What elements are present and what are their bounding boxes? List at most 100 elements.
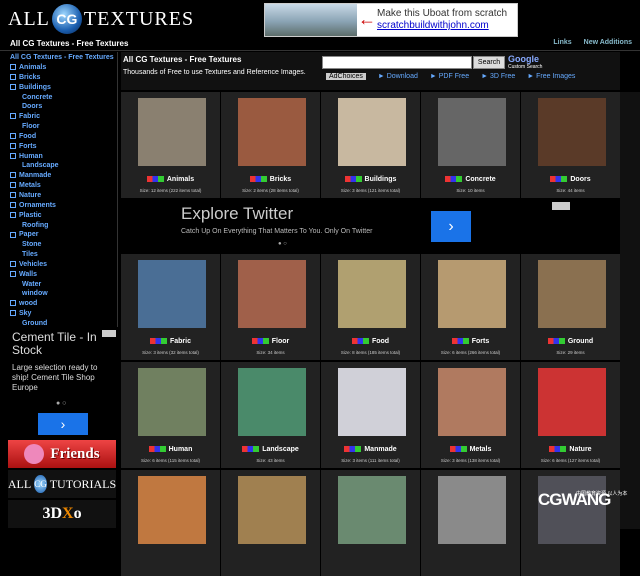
ad-link-images[interactable]: ► Free Images	[527, 73, 575, 80]
category-card[interactable]: Metals Size: 3 items (138 items total)	[421, 362, 520, 468]
sidebar-item-doors[interactable]: Doors	[10, 102, 59, 112]
category-thumbnail[interactable]	[138, 368, 206, 436]
category-thumbnail[interactable]	[338, 260, 406, 328]
ad-link-pdf[interactable]: ► PDF Free	[430, 73, 469, 80]
sidebar-item-floor[interactable]: Floor	[10, 122, 59, 132]
category-label[interactable]: Landscape	[221, 446, 320, 453]
new-additions-link[interactable]: New Additions	[584, 39, 632, 46]
sidebar-item-tiles[interactable]: Tiles	[10, 250, 59, 260]
sidebar-item-roofing[interactable]: Roofing	[10, 221, 59, 231]
sidebar-item-walls[interactable]: Walls	[10, 270, 59, 280]
sidebar-item-wood[interactable]: wood	[10, 299, 59, 309]
sidebar-item-ornaments[interactable]: Ornaments	[10, 201, 59, 211]
side-ad[interactable]: Cement Tile - In Stock Large selection r…	[0, 328, 118, 438]
category-card[interactable]: Concrete Size: 10 items	[421, 92, 520, 198]
sidebar-item-fabric[interactable]: Fabric	[10, 112, 59, 122]
expand-box-icon[interactable]	[10, 211, 16, 218]
category-thumbnail[interactable]	[438, 476, 506, 544]
expand-box-icon[interactable]	[10, 231, 16, 238]
category-label[interactable]: Forts	[421, 338, 520, 345]
category-thumbnail[interactable]	[138, 476, 206, 544]
friends-banner[interactable]: Friends	[8, 440, 116, 468]
twitter-ad-go-button[interactable]: ›	[431, 211, 471, 242]
carousel-dots[interactable]: ● ○	[56, 400, 66, 407]
tutorials-banner[interactable]: ALL CG TUTORIALS	[8, 470, 116, 498]
sidebar-item-window[interactable]: window	[10, 289, 59, 299]
category-card[interactable]: Human Size: 6 items (115 items total)	[121, 362, 220, 468]
category-thumbnail[interactable]	[438, 260, 506, 328]
category-card[interactable]: Landscape Size: 43 items	[221, 362, 320, 468]
expand-box-icon[interactable]	[10, 64, 16, 71]
sidebar-item-sky[interactable]: Sky	[10, 309, 59, 319]
ad-line2-link[interactable]: scratchbuildwithjohn.com	[377, 20, 507, 32]
category-card[interactable]: Floor Size: 34 items	[221, 254, 320, 360]
adchoices-icon[interactable]	[552, 202, 570, 210]
category-label[interactable]: Buildings	[321, 176, 420, 183]
expand-box-icon[interactable]	[10, 182, 16, 189]
expand-box-icon[interactable]	[10, 133, 16, 140]
expand-box-icon[interactable]	[10, 83, 16, 90]
sidebar-item-forts[interactable]: Forts	[10, 142, 59, 152]
expand-box-icon[interactable]	[10, 201, 16, 208]
category-card[interactable]	[321, 470, 420, 576]
side-ad-go-button[interactable]: ›	[38, 413, 88, 435]
carousel-dots[interactable]: ● ○	[278, 241, 287, 247]
category-card[interactable]: Doors Size: 44 items	[521, 92, 620, 198]
category-thumbnail[interactable]	[438, 368, 506, 436]
category-label[interactable]: Floor	[221, 338, 320, 345]
category-thumbnail[interactable]	[138, 260, 206, 328]
expand-box-icon[interactable]	[10, 310, 16, 317]
twitter-ad-title[interactable]: Explore Twitter	[181, 204, 293, 224]
category-card[interactable]	[421, 470, 520, 576]
category-thumbnail[interactable]	[238, 98, 306, 166]
expand-box-icon[interactable]	[10, 172, 16, 179]
category-thumbnail[interactable]	[438, 98, 506, 166]
category-thumbnail[interactable]	[338, 476, 406, 544]
category-label[interactable]: Bricks	[221, 176, 320, 183]
expand-box-icon[interactable]	[10, 300, 16, 307]
category-label[interactable]: Fabric	[121, 338, 220, 345]
expand-box-icon[interactable]	[10, 270, 16, 277]
category-card[interactable]: Nature Size: 6 items (127 items total)	[521, 362, 620, 468]
category-label[interactable]: Ground	[521, 338, 620, 345]
sidebar-item-bricks[interactable]: Bricks	[10, 73, 59, 83]
category-thumbnail[interactable]	[538, 98, 606, 166]
sidebar-home-link[interactable]: All CG Textures - Free Textures	[10, 54, 114, 61]
category-label[interactable]: Metals	[421, 446, 520, 453]
category-card[interactable]: Buildings Size: 3 items (121 items total)	[321, 92, 420, 198]
category-card[interactable]: Food Size: 8 items (185 items total)	[321, 254, 420, 360]
adchoices-icon[interactable]	[102, 330, 116, 337]
ad-link-3d[interactable]: ► 3D Free	[481, 73, 515, 80]
site-logo[interactable]: ALL CG TEXTURES	[8, 4, 194, 34]
expand-box-icon[interactable]	[10, 192, 16, 199]
category-thumbnail[interactable]	[538, 368, 606, 436]
category-card[interactable]: Ground Size: 29 items	[521, 254, 620, 360]
category-card[interactable]: Bricks Size: 2 items (28 items total)	[221, 92, 320, 198]
search-input[interactable]	[322, 56, 472, 69]
category-label[interactable]: Doors	[521, 176, 620, 183]
scrollbar-track[interactable]	[620, 92, 640, 529]
category-card[interactable]	[121, 470, 220, 576]
adchoices-button[interactable]: AdChoices	[326, 73, 366, 80]
category-label[interactable]: Animals	[121, 176, 220, 183]
sidebar-item-concrete[interactable]: Concrete	[10, 93, 59, 103]
sidebar-item-animals[interactable]: Animals	[10, 63, 59, 73]
sidebar-item-nature[interactable]: Nature	[10, 191, 59, 201]
category-card[interactable]: Forts Size: 6 items (266 items total)	[421, 254, 520, 360]
sidebar-item-plastic[interactable]: Plastic	[10, 211, 59, 221]
navbar-title[interactable]: All CG Textures - Free Textures	[10, 39, 128, 48]
sidebar-item-landscape[interactable]: Landscape	[10, 161, 59, 171]
category-label[interactable]: Concrete	[421, 176, 520, 183]
sidebar-item-stone[interactable]: Stone	[10, 240, 59, 250]
category-card[interactable]: Animals Size: 12 items (222 items total)	[121, 92, 220, 198]
expand-box-icon[interactable]	[10, 152, 16, 159]
3dxo-banner[interactable]: 3D X o	[8, 500, 116, 528]
category-card[interactable]: Fabric Size: 3 items (32 items total)	[121, 254, 220, 360]
top-ad-banner[interactable]: ← Make this Uboat from scratch scratchbu…	[264, 3, 518, 37]
category-thumbnail[interactable]	[538, 260, 606, 328]
category-thumbnail[interactable]	[238, 260, 306, 328]
category-label[interactable]: Food	[321, 338, 420, 345]
expand-box-icon[interactable]	[10, 113, 16, 120]
category-label[interactable]: Manmade	[321, 446, 420, 453]
category-label[interactable]: Nature	[521, 446, 620, 453]
